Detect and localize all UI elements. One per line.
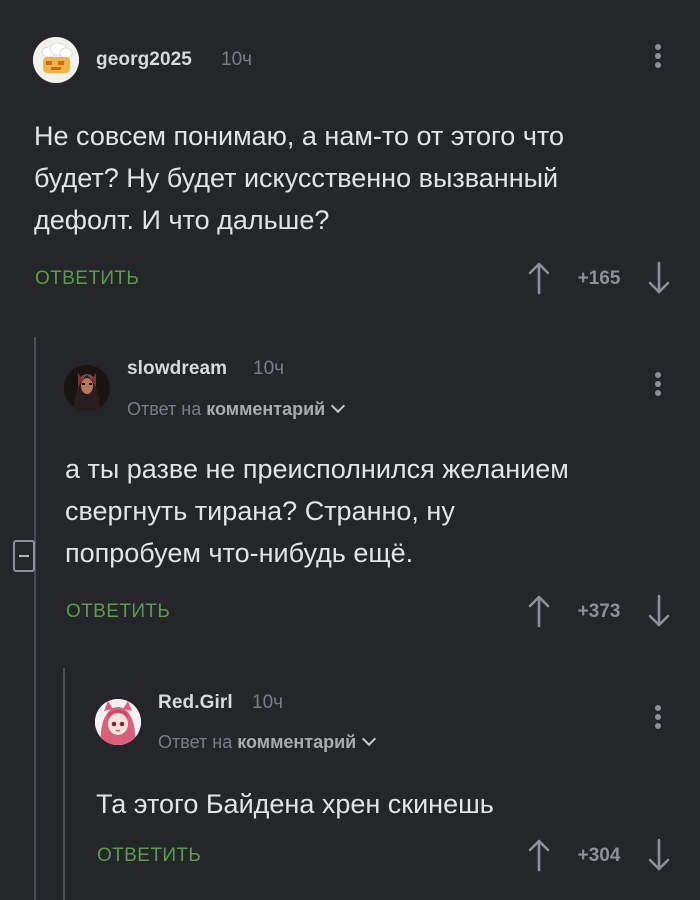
comment-time: 10ч — [252, 692, 284, 713]
comment-text-line: свергнуть тирана? Странно, ну — [65, 496, 455, 526]
downvote-arrow-icon[interactable] — [647, 594, 671, 628]
more-options-icon[interactable] — [654, 705, 662, 732]
comment-text: Не совсем понимаю, а нам-то от этого что… — [34, 115, 564, 241]
upvote-arrow-icon[interactable] — [527, 261, 551, 295]
collapse-thread-button[interactable] — [13, 540, 35, 572]
chevron-down-icon[interactable] — [331, 398, 346, 414]
thread-line-level-1[interactable] — [34, 337, 36, 900]
reply-to-target[interactable]: комментарий — [237, 732, 356, 752]
comments-page: georg2025 10ч Не совсем понимаю, а нам-т… — [0, 0, 700, 900]
comment-time: 10ч — [221, 49, 253, 70]
comment-text: Та этого Байдена хрен скинешь — [96, 783, 494, 825]
comment-text: а ты разве не преисполнился желанием све… — [65, 448, 569, 574]
comment-rating: +304 — [577, 845, 621, 866]
comment-rating: +373 — [577, 601, 621, 622]
comment-text-line: дефолт. И что дальше? — [34, 205, 330, 235]
comment-text-line: будет? Ну будет искусственно вызванный — [34, 163, 559, 193]
comment-text-line: Не совсем понимаю, а нам-то от этого что — [34, 121, 564, 151]
reply-to-prefix: Ответ на — [158, 732, 233, 752]
comment-author[interactable]: georg2025 — [96, 49, 192, 71]
reply-to-target[interactable]: комментарий — [206, 399, 325, 419]
reply-button[interactable]: ОТВЕТИТЬ — [35, 268, 139, 290]
comment-text-line: а ты разве не преисполнился желанием — [65, 454, 569, 484]
reply-to-prefix: Ответ на — [127, 399, 202, 419]
comment-author[interactable]: Red.Girl — [158, 692, 233, 714]
comment-time: 10ч — [253, 358, 285, 379]
reply-to-link[interactable]: Ответ на комментарий — [158, 731, 377, 753]
dark-portrait-avatar-icon[interactable] — [64, 365, 110, 411]
reply-button[interactable]: ОТВЕТИТЬ — [66, 601, 170, 623]
anime-girl-avatar-icon[interactable] — [95, 699, 141, 745]
chevron-down-icon[interactable] — [362, 731, 377, 747]
reply-to-link[interactable]: Ответ на комментарий — [127, 398, 346, 420]
downvote-arrow-icon[interactable] — [647, 261, 671, 295]
comment-text-line: попробуем что-нибудь ещё. — [65, 538, 414, 568]
comment-author[interactable]: slowdream — [127, 358, 227, 380]
more-options-icon[interactable] — [654, 372, 662, 399]
thread-line-level-2[interactable] — [63, 668, 65, 900]
comment-text-line: Та этого Байдена хрен скинешь — [96, 789, 494, 819]
reply-button[interactable]: ОТВЕТИТЬ — [97, 845, 201, 867]
upvote-arrow-icon[interactable] — [527, 594, 551, 628]
sheep-avatar-icon[interactable] — [33, 37, 79, 83]
comment-rating: +165 — [577, 268, 621, 289]
downvote-arrow-icon[interactable] — [647, 838, 671, 872]
upvote-arrow-icon[interactable] — [527, 838, 551, 872]
more-options-icon[interactable] — [654, 44, 662, 71]
